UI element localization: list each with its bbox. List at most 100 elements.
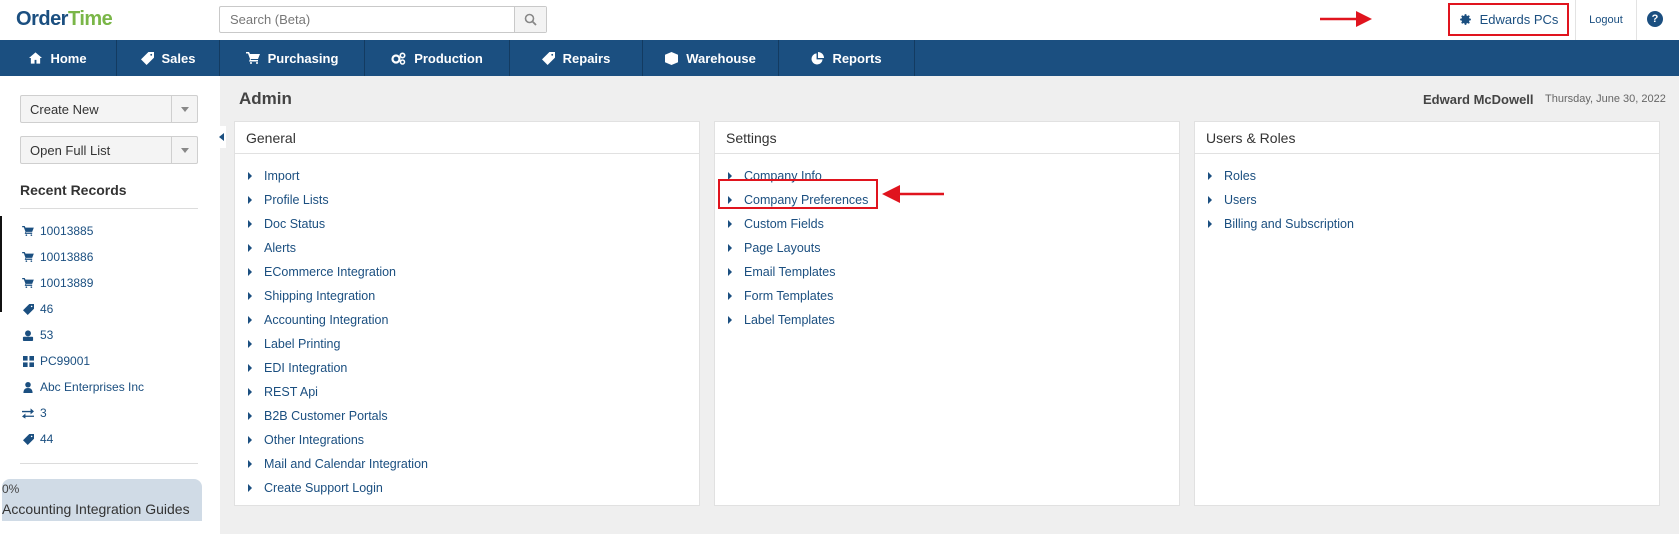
link-label: Custom Fields bbox=[744, 217, 824, 231]
main-nav: Home Sales Purchasing Production Repairs… bbox=[0, 40, 1679, 76]
tag-icon bbox=[22, 303, 34, 315]
recent-record-item[interactable]: 10013889 bbox=[22, 270, 144, 296]
nav-home[interactable]: Home bbox=[0, 40, 117, 76]
recent-record-label: 3 bbox=[40, 406, 47, 420]
link-label: Users bbox=[1224, 193, 1257, 207]
logo-text-rder: rder bbox=[31, 8, 68, 30]
recent-records-title: Recent Records bbox=[20, 182, 127, 198]
settings-panel: Settings Company Info Company Preference… bbox=[714, 121, 1180, 506]
general-link-b2b-customer-portals[interactable]: B2B Customer Portals bbox=[247, 404, 699, 428]
page-title: Admin bbox=[239, 89, 292, 108]
divider bbox=[20, 208, 198, 209]
logout-link[interactable]: Logout bbox=[1575, 0, 1637, 40]
caret-right-icon bbox=[1208, 172, 1212, 180]
general-panel: General Import Profile Lists Doc Status … bbox=[234, 121, 700, 506]
nav-warehouse[interactable]: Warehouse bbox=[643, 40, 779, 76]
global-search bbox=[219, 6, 547, 33]
nav-sales[interactable]: Sales bbox=[117, 40, 220, 76]
users-link-roles[interactable]: Roles bbox=[1207, 164, 1659, 188]
search-input[interactable] bbox=[220, 7, 514, 32]
caret-right-icon bbox=[248, 412, 252, 420]
general-link-label-printing[interactable]: Label Printing bbox=[247, 332, 699, 356]
general-link-import[interactable]: Import bbox=[247, 164, 699, 188]
caret-right-icon bbox=[728, 292, 732, 300]
tag-icon bbox=[541, 51, 555, 65]
logo-letter-o: O bbox=[16, 8, 32, 30]
inventory-icon bbox=[22, 329, 34, 341]
general-link-shipping-integration[interactable]: Shipping Integration bbox=[247, 284, 699, 308]
general-link-create-support-login[interactable]: Create Support Login bbox=[247, 476, 699, 500]
logo-text-time: Time bbox=[67, 8, 113, 30]
create-new-dropdown[interactable]: Create New bbox=[20, 95, 198, 123]
link-label: Alerts bbox=[264, 241, 296, 255]
recent-record-item[interactable]: 10013885 bbox=[22, 218, 144, 244]
general-link-accounting-integration[interactable]: Accounting Integration bbox=[247, 308, 699, 332]
left-sidebar: Create New Open Full List Recent Records… bbox=[0, 76, 220, 534]
nav-production[interactable]: Production bbox=[365, 40, 510, 76]
guides-progress-label: Accounting Integration Guides bbox=[2, 501, 190, 517]
recent-record-label: 44 bbox=[40, 432, 54, 446]
caret-right-icon bbox=[1208, 220, 1212, 228]
current-date: Thursday, June 30, 2022 bbox=[1545, 93, 1666, 105]
general-link-ecommerce-integration[interactable]: ECommerce Integration bbox=[247, 260, 699, 284]
panel-title: General bbox=[235, 122, 699, 154]
current-user-name: Edward McDowell bbox=[1423, 92, 1534, 107]
tag-icon bbox=[140, 51, 154, 65]
recent-record-label: 10013889 bbox=[40, 276, 94, 290]
nav-reports[interactable]: Reports bbox=[779, 40, 915, 76]
caret-right-icon bbox=[248, 220, 252, 228]
caret-right-icon bbox=[728, 244, 732, 252]
general-link-alerts[interactable]: Alerts bbox=[247, 236, 699, 260]
general-link-edi-integration[interactable]: EDI Integration bbox=[247, 356, 699, 380]
settings-link-page-layouts[interactable]: Page Layouts bbox=[727, 236, 1179, 260]
recent-record-item[interactable]: 44 bbox=[22, 426, 144, 452]
general-link-rest-api[interactable]: REST Api bbox=[247, 380, 699, 404]
open-full-list-dropdown[interactable]: Open Full List bbox=[20, 136, 198, 164]
sidebar-collapse-toggle[interactable] bbox=[216, 126, 226, 148]
help-icon[interactable]: ? bbox=[1647, 11, 1663, 27]
caret-right-icon bbox=[248, 268, 252, 276]
link-label: Accounting Integration bbox=[264, 313, 389, 327]
caret-right-icon bbox=[728, 268, 732, 276]
users-link-users[interactable]: Users bbox=[1207, 188, 1659, 212]
nav-purchasing[interactable]: Purchasing bbox=[220, 40, 365, 76]
guides-progress-widget[interactable]: 0% Accounting Integration Guides bbox=[2, 479, 202, 521]
link-label: Roles bbox=[1224, 169, 1256, 183]
nav-label: Production bbox=[414, 50, 483, 66]
settings-link-form-templates[interactable]: Form Templates bbox=[727, 284, 1179, 308]
panel-title: Users & Roles bbox=[1195, 122, 1659, 154]
cart-icon bbox=[22, 225, 34, 237]
tag-icon bbox=[22, 433, 34, 445]
link-label: Page Layouts bbox=[744, 241, 821, 255]
general-link-profile-lists[interactable]: Profile Lists bbox=[247, 188, 699, 212]
general-link-mail-calendar-integration[interactable]: Mail and Calendar Integration bbox=[247, 452, 699, 476]
recent-record-item[interactable]: Abc Enterprises Inc bbox=[22, 374, 144, 400]
cart-icon bbox=[22, 277, 34, 289]
settings-link-custom-fields[interactable]: Custom Fields bbox=[727, 212, 1179, 236]
settings-link-label-templates[interactable]: Label Templates bbox=[727, 308, 1179, 332]
chevron-left-icon bbox=[218, 133, 224, 141]
recent-record-label: PC99001 bbox=[40, 354, 91, 368]
chevron-down-icon[interactable] bbox=[171, 137, 197, 163]
chevron-down-icon[interactable] bbox=[171, 96, 197, 122]
recent-record-item[interactable]: 3 bbox=[22, 400, 144, 426]
general-link-doc-status[interactable]: Doc Status bbox=[247, 212, 699, 236]
caret-right-icon bbox=[248, 244, 252, 252]
users-link-billing-subscription[interactable]: Billing and Subscription bbox=[1207, 212, 1659, 236]
recent-record-item[interactable]: 10013886 bbox=[22, 244, 144, 270]
nav-repairs[interactable]: Repairs bbox=[510, 40, 643, 76]
settings-link-email-templates[interactable]: Email Templates bbox=[727, 260, 1179, 284]
recent-record-item[interactable]: PC99001 bbox=[22, 348, 144, 374]
general-link-other-integrations[interactable]: Other Integrations bbox=[247, 428, 699, 452]
caret-right-icon bbox=[248, 436, 252, 444]
caret-right-icon bbox=[248, 292, 252, 300]
ordertime-logo[interactable]: OrderTime bbox=[16, 8, 113, 31]
caret-right-icon bbox=[728, 316, 732, 324]
search-button[interactable] bbox=[514, 7, 546, 32]
account-switcher-button[interactable]: Edwards PCs bbox=[1448, 3, 1569, 36]
box-icon bbox=[665, 51, 679, 65]
open-full-list-label: Open Full List bbox=[30, 142, 111, 158]
recent-record-item[interactable]: 46 bbox=[22, 296, 144, 322]
search-icon bbox=[524, 13, 537, 26]
recent-record-item[interactable]: 53 bbox=[22, 322, 144, 348]
